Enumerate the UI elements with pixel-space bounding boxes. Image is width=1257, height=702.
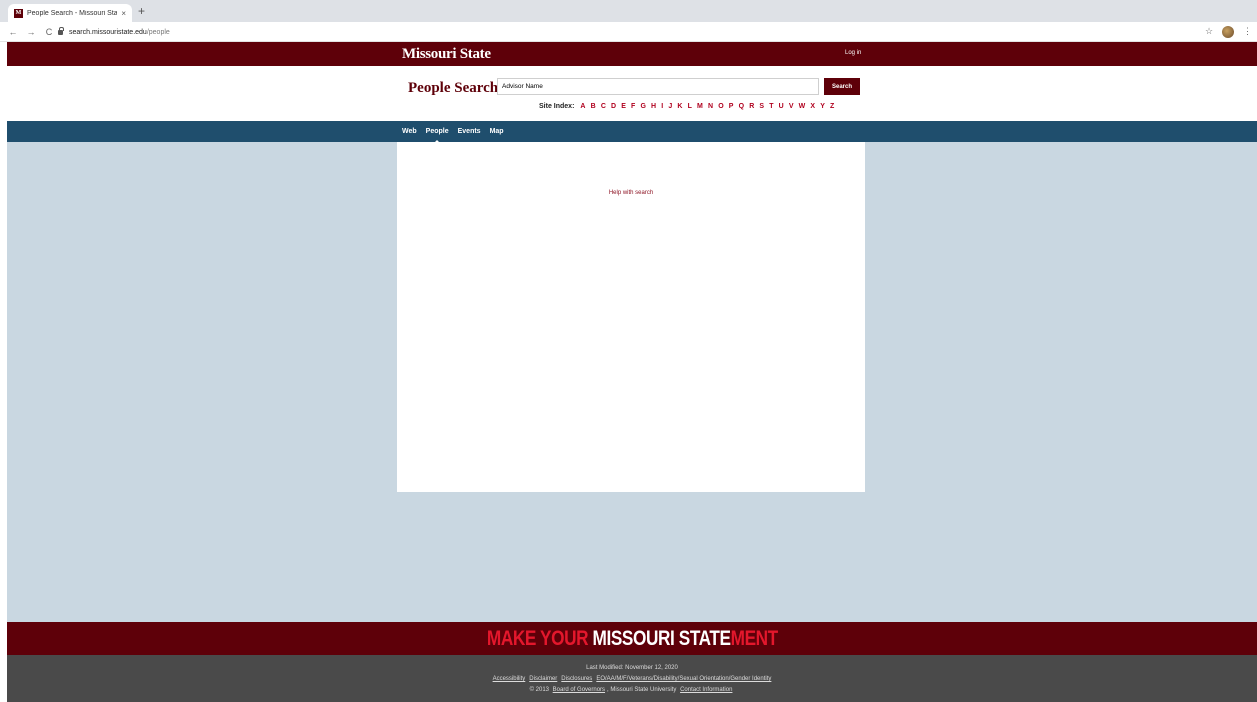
slogan-banner: MAKE YOUR MISSOURI STATEMENT [7, 622, 1257, 655]
browser-tab[interactable]: M People Search - Missouri State × [8, 4, 132, 22]
profile-avatar-icon[interactable] [1222, 26, 1234, 38]
back-icon[interactable]: ← [8, 27, 18, 37]
last-modified: Last Modified: November 12, 2020 [586, 665, 678, 671]
search-band: People Search Search Site Index: ABCDEFG… [7, 66, 1257, 121]
copyright-suffix: , Missouri State University [607, 687, 677, 693]
nav-item-map[interactable]: Map [490, 128, 504, 135]
site-index-letter-p[interactable]: P [729, 103, 734, 110]
close-tab-icon[interactable]: × [121, 9, 126, 18]
nav-item-web[interactable]: Web [402, 128, 417, 135]
accessibility-link[interactable]: Accessibility [493, 676, 526, 682]
disclaimer-link[interactable]: Disclaimer [529, 676, 557, 682]
browser-menu-icon[interactable]: ⋮ [1243, 26, 1252, 37]
tab-title: People Search - Missouri State [27, 9, 118, 17]
site-index-letter-y[interactable]: Y [820, 103, 825, 110]
footer-links: Accessibility Disclaimer Disclosures EO/AA/… [7, 676, 1257, 682]
site-index-letter-g[interactable]: G [640, 103, 645, 110]
site-index-letter-i[interactable]: I [661, 103, 663, 110]
eo-aa-statement-link[interactable]: EO/AA/M/F/Veterans/Disability/Sexual Ori… [596, 676, 771, 682]
site-index-letter-q[interactable]: Q [739, 103, 744, 110]
nav-item-events[interactable]: Events [458, 128, 481, 135]
copyright-prefix: © 2013 [529, 687, 549, 693]
help-with-search-link[interactable]: Help with search [397, 190, 865, 196]
site-index-letter-o[interactable]: O [718, 103, 723, 110]
page-title: People Search [408, 80, 499, 96]
site-index-letter-k[interactable]: K [677, 103, 682, 110]
site-index-letter-f[interactable]: F [631, 103, 635, 110]
site-index-letter-d[interactable]: D [611, 103, 616, 110]
site-index-letter-m[interactable]: M [697, 103, 703, 110]
missouri-state-logo[interactable]: Missouri State [402, 46, 491, 63]
bookmark-star-icon[interactable]: ☆ [1205, 26, 1213, 37]
nav-item-people[interactable]: People [426, 128, 449, 144]
slogan-part-2: MISSOURI STATE [592, 626, 731, 650]
site-index-letter-z[interactable]: Z [830, 103, 834, 110]
site-index-letter-c[interactable]: C [601, 103, 606, 110]
address-bar[interactable]: search.missouristate.edu/people [58, 25, 1198, 39]
url-host: search.missouristate.edu [69, 28, 147, 36]
site-index-letter-a[interactable]: A [580, 103, 585, 110]
page: Missouri State Log in People Search Sear… [7, 42, 1257, 702]
site-index-label: Site Index: [539, 103, 575, 110]
site-index-letter-t[interactable]: T [769, 103, 773, 110]
site-index-letter-l[interactable]: L [688, 103, 692, 110]
site-index-letters: ABCDEFGHIJKLMNOPQRSTUVWXYZ [580, 103, 839, 110]
slogan-part-3: MENT [730, 626, 778, 650]
search-button[interactable]: Search [824, 78, 860, 95]
site-index-letter-e[interactable]: E [621, 103, 626, 110]
site-header: Missouri State Log in [7, 42, 1257, 66]
site-index: Site Index: ABCDEFGHIJKLMNOPQRSTUVWXYZ [539, 103, 839, 110]
lock-icon [58, 26, 64, 35]
browser-tabstrip: M People Search - Missouri State × + [0, 0, 1257, 22]
login-link[interactable]: Log in [845, 50, 861, 56]
new-tab-icon[interactable]: + [138, 4, 145, 18]
site-index-letter-u[interactable]: U [779, 103, 784, 110]
browser-toolbar: ← → C search.missouristate.edu/people ☆ … [0, 22, 1257, 42]
site-index-letter-n[interactable]: N [708, 103, 713, 110]
results-panel: Help with search [397, 142, 865, 492]
site-index-letter-h[interactable]: H [651, 103, 656, 110]
favicon-icon: M [14, 8, 23, 18]
forward-icon[interactable]: → [26, 27, 36, 37]
copyright-line: © 2013 Board of Governors, Missouri Stat… [7, 687, 1257, 693]
slogan-part-1: MAKE YOUR [486, 626, 593, 650]
board-of-governors-link[interactable]: Board of Governors [553, 687, 605, 693]
site-index-letter-j[interactable]: J [668, 103, 672, 110]
site-index-letter-v[interactable]: V [789, 103, 794, 110]
slogan: MAKE YOUR MISSOURI STATEMENT [487, 627, 778, 651]
nav-bar: Web People Events Map [7, 121, 1257, 144]
url-path: /people [146, 28, 170, 36]
site-index-letter-b[interactable]: B [591, 103, 596, 110]
site-index-letter-w[interactable]: W [799, 103, 806, 110]
footer: Last Modified: November 12, 2020 Accessi… [7, 655, 1257, 702]
search-input[interactable] [497, 78, 819, 95]
site-index-letter-x[interactable]: X [810, 103, 815, 110]
reload-icon[interactable]: C [44, 27, 54, 37]
disclosures-link[interactable]: Disclosures [561, 676, 592, 682]
contact-information-link[interactable]: Contact Information [680, 687, 732, 693]
nav-links: Web People Events Map [402, 128, 513, 144]
site-index-letter-s[interactable]: S [759, 103, 764, 110]
site-index-letter-r[interactable]: R [749, 103, 754, 110]
